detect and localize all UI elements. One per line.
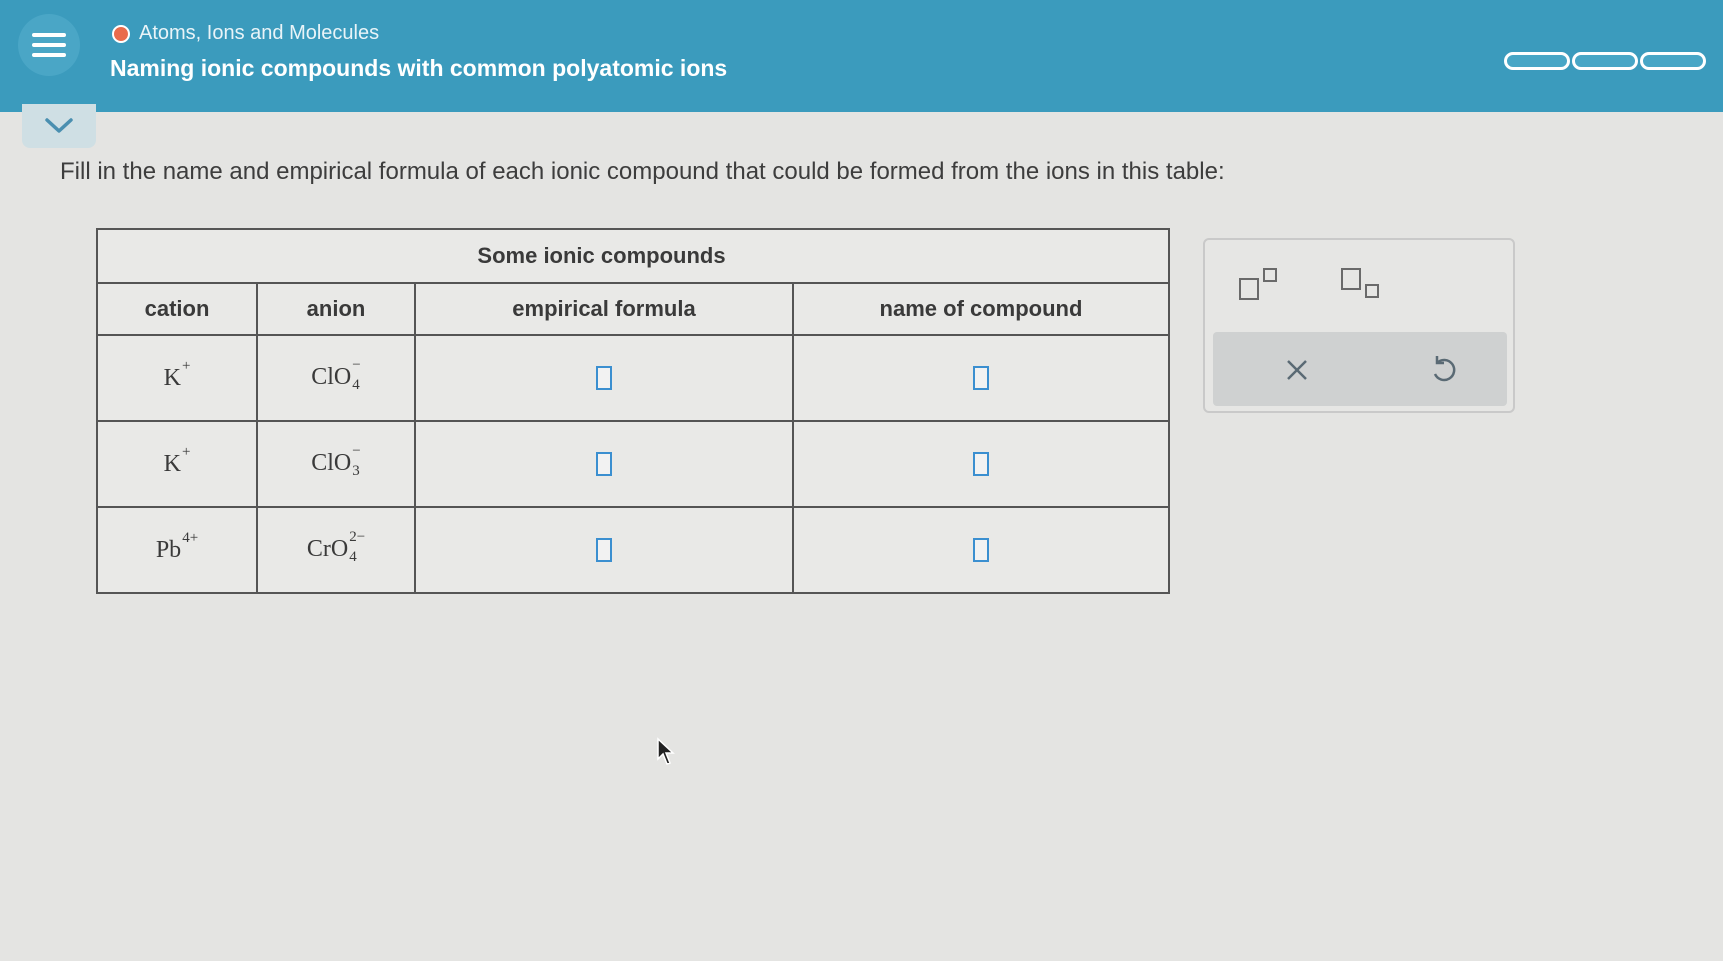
ion-symbol: Pb [155,536,182,563]
page-title: Naming ionic compounds with common polya… [110,55,728,81]
header-name-of-compound: name of compound [792,282,1170,336]
answer-tools-panel [1203,238,1515,413]
header-bar: Atoms, Ions and Molecules Naming ionic c… [0,0,1723,112]
subscript-template-icon [1341,268,1361,290]
name-cell [792,420,1170,508]
menu-button[interactable] [18,14,80,76]
close-icon [1287,360,1307,380]
name-answer-input[interactable] [973,452,989,476]
undo-button[interactable] [1423,350,1463,390]
name-answer-input[interactable] [973,366,989,390]
anion-cell: ClO − 3 [256,420,416,508]
anion-ion: CrO 2− 4 [306,530,365,565]
cation-ion: K + [163,358,191,392]
topic-line: Atoms, Ions and Molecules [112,22,379,45]
cation-cell: K + [96,420,258,508]
cation-ion: K + [163,444,191,478]
ion-charge: + [181,357,191,374]
instructions-text: Fill in the name and empirical formula o… [60,158,1225,185]
ion-subscript: 4 [352,377,360,393]
superscript-template-icon [1239,278,1259,300]
anion-ion: ClO − 4 [311,358,360,393]
table-row: Pb 4+ CrO 2− 4 [96,506,1170,594]
ion-symbol: K [163,450,181,477]
cation-cell: K + [96,334,258,422]
ion-charge: + [181,443,191,460]
ion-charge: − [352,443,361,459]
header-empirical-formula: empirical formula [414,282,794,336]
clear-button[interactable] [1277,350,1317,390]
header-anion: anion [256,282,416,336]
ionic-compounds-table: Some ionic compounds cation anion empiri… [96,228,1170,594]
ion-symbol: ClO [311,450,352,476]
superscript-template-button[interactable] [1235,264,1285,304]
ion-subscript: 3 [352,463,360,479]
table-caption: Some ionic compounds [415,228,1170,284]
ion-symbol: ClO [311,364,352,390]
header-cation: cation [96,282,258,336]
topic-label: Atoms, Ions and Molecules [139,22,380,44]
hamburger-line [32,43,66,47]
formula-answer-input[interactable] [596,538,612,562]
name-answer-input[interactable] [973,538,989,562]
collapse-toggle-button[interactable] [22,104,96,148]
subscript-box-icon [1365,284,1379,298]
chevron-down-icon [45,118,73,133]
formula-cell [414,506,794,594]
formula-answer-input[interactable] [596,366,612,390]
anion-cell: CrO 2− 4 [256,506,416,594]
progress-segment [1640,52,1706,70]
ion-symbol: K [163,364,181,391]
formula-cell [414,420,794,508]
mouse-pointer-icon [657,737,675,765]
undo-icon [1433,356,1456,382]
topic-status-dot [112,24,130,43]
ion-charge: 4+ [182,529,199,546]
name-cell [792,506,1170,594]
hamburger-line [32,33,66,37]
answer-action-bar [1213,332,1507,406]
ion-subscript: 4 [349,549,357,565]
subscript-template-button[interactable] [1337,264,1387,304]
hamburger-line [32,53,66,57]
anion-ion: ClO − 3 [311,444,360,479]
cation-cell: Pb 4+ [96,506,258,594]
table-row: K + ClO − 3 [96,420,1170,508]
anion-cell: ClO − 4 [256,334,416,422]
formula-answer-input[interactable] [596,452,612,476]
superscript-box-icon [1263,268,1277,282]
formula-cell [414,334,794,422]
ion-charge: 2− [349,529,366,545]
table-row: K + ClO − 4 [96,334,1170,422]
ion-symbol: CrO [306,536,349,562]
progress-indicator [1504,52,1708,70]
ion-charge: − [352,357,361,373]
progress-segment [1572,52,1638,70]
table-caption-spacer [96,228,415,284]
table-caption-label: Some ionic compounds [477,243,726,268]
name-cell [792,334,1170,422]
cation-ion: Pb 4+ [155,530,198,564]
progress-segment [1504,52,1570,70]
